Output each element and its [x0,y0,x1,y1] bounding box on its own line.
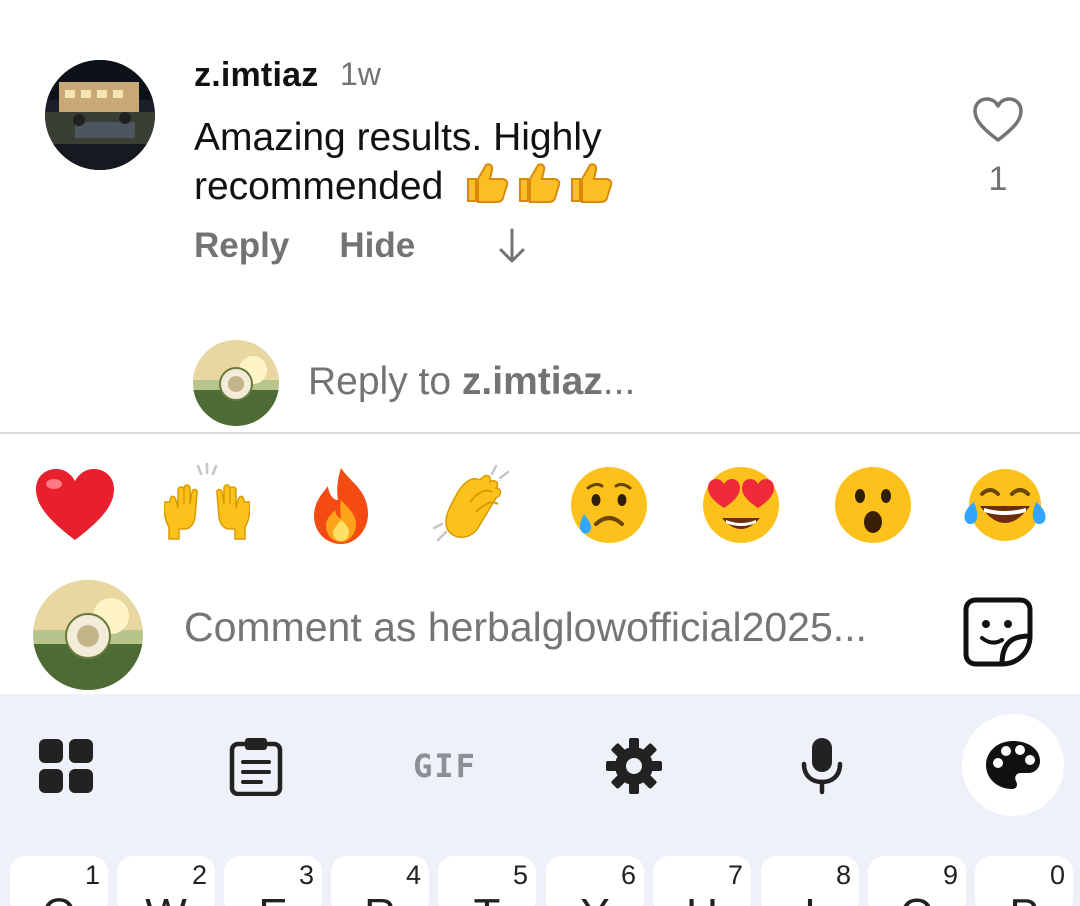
key-e[interactable]: 3E [224,856,322,906]
reply-placeholder[interactable]: Reply to z.imtiaz... [308,360,635,404]
key-number: 7 [727,860,743,890]
key-letter: W [117,890,215,906]
tears-of-joy-emoji[interactable] [962,462,1048,548]
key-y[interactable]: 6Y [546,856,644,906]
comment-input[interactable] [184,604,924,651]
hide-button[interactable]: Hide [339,226,415,266]
key-letter: I [761,890,859,906]
soft-keyboard: GIF 1 2 3 4 5 6 7 8 9 0 [0,694,1080,906]
gif-label: GIF [413,747,477,785]
key-number: 0 [1049,860,1065,890]
comment-item: z.imtiaz 1w Amazing results. Highly reco… [0,0,1080,300]
heart-eyes-emoji[interactable] [698,462,784,548]
key-number: 1 [84,860,100,890]
key-number: 8 [835,860,851,890]
key-number: 5 [512,860,528,890]
comment-username[interactable]: z.imtiaz [194,56,318,95]
key-o[interactable]: 9O [868,856,966,906]
keyboard-top-row: 1Q 2W 3E 4R 5T 6Y 7U 8I 9O 0P [0,856,1080,906]
key-number: 6 [620,860,636,890]
key-letter: Y [546,890,644,906]
crying-face-emoji[interactable] [566,462,652,548]
gif-button[interactable]: GIF [405,734,485,798]
clipboard-icon[interactable] [224,734,288,798]
key-letter: Q [10,890,108,906]
key-letter: O [868,890,966,906]
comment-body: Amazing results. Highly recommended [194,114,754,216]
reply-button[interactable]: Reply [194,226,289,266]
fire-emoji[interactable] [298,462,384,548]
thumbs-up-emoji-group [464,161,614,216]
divider [0,432,1080,434]
key-number: 2 [191,860,207,890]
like-count: 1 [988,160,1008,198]
commenter-avatar[interactable] [45,60,155,170]
composer-avatar [33,580,143,690]
reply-ellipsis: ... [602,360,636,403]
own-avatar [193,340,279,426]
key-letter: P [975,890,1073,906]
key-number: 3 [298,860,314,890]
red-heart-emoji[interactable] [32,462,118,548]
heart-icon[interactable] [972,96,1024,144]
settings-gear-icon[interactable] [602,734,666,798]
reply-target: z.imtiaz [461,360,603,403]
arrow-down-icon[interactable] [495,226,529,266]
key-letter: T [438,890,536,906]
microphone-icon[interactable] [790,734,854,798]
apps-grid-icon[interactable] [34,734,98,798]
palette-button[interactable] [962,714,1064,816]
comment-timestamp: 1w [340,56,381,92]
key-number: 4 [405,860,421,890]
key-letter: R [331,890,429,906]
key-q[interactable]: 1Q [10,856,108,906]
raising-hands-emoji[interactable] [164,462,250,548]
key-w[interactable]: 2W [117,856,215,906]
clapping-hands-emoji[interactable] [430,462,516,548]
comment-actions: Reply Hide [194,224,529,268]
comment-composer [0,572,1080,694]
key-i[interactable]: 8I [761,856,859,906]
key-number: 9 [942,860,958,890]
key-p[interactable]: 0P [975,856,1073,906]
key-letter: E [224,890,322,906]
key-u[interactable]: 7U [653,856,751,906]
key-r[interactable]: 4R [331,856,429,906]
emoji-quick-bar [0,462,1080,552]
astonished-face-emoji[interactable] [830,462,916,548]
key-t[interactable]: 5T [438,856,536,906]
palette-icon [986,741,1040,789]
reply-prefix: Reply to [308,360,462,403]
reply-input-row[interactable]: Reply to z.imtiaz... [0,330,1080,430]
key-letter: U [653,890,751,906]
sticker-icon[interactable] [962,596,1034,668]
